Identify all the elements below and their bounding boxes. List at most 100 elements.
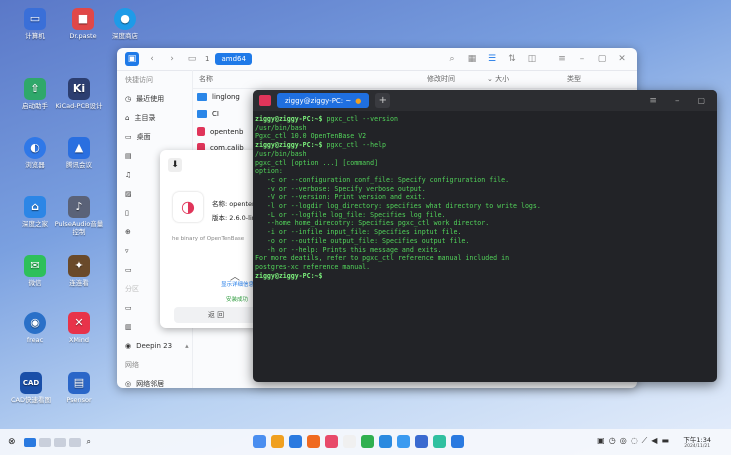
package-icon bbox=[197, 127, 205, 136]
terminal-output[interactable]: ziggy@ziggy-PC:~$ pgxc_ctl --version/usr… bbox=[255, 115, 713, 378]
taskbar: ⊗ ⌕ ▣ ◷ ◎ ◌ ⟋ ◀ ▬ 下午1:34 2024/11/21 bbox=[0, 429, 731, 455]
grid-view-icon[interactable]: ▦ bbox=[465, 52, 479, 66]
search-icon[interactable]: ⌕ bbox=[87, 437, 91, 447]
dock-app-icon[interactable] bbox=[378, 435, 392, 448]
dock-app-icon[interactable] bbox=[396, 435, 410, 448]
workspace-1[interactable] bbox=[23, 437, 36, 447]
column-size[interactable]: ⌄ 大小 bbox=[487, 74, 509, 84]
back-arrow-icon[interactable]: ‹ bbox=[145, 52, 159, 66]
terminal-line: /usr/bin/bash bbox=[255, 124, 713, 133]
minimize-icon[interactable]: – bbox=[575, 52, 589, 66]
column-type[interactable]: 类型 bbox=[567, 74, 581, 84]
dock-app-icon[interactable] bbox=[450, 435, 464, 448]
details-icon[interactable]: ◫ bbox=[525, 52, 539, 66]
desktop-icon-label: 腾讯会议 bbox=[66, 161, 92, 169]
menu-icon[interactable]: ≡ bbox=[649, 96, 657, 106]
dock-app-icon[interactable] bbox=[288, 435, 302, 448]
sidebar-item-home[interactable]: ⌂ 主目录 bbox=[117, 108, 192, 127]
dock-app-icon[interactable] bbox=[342, 435, 356, 448]
terminal-text: /usr/bin/bash bbox=[255, 123, 307, 132]
desktop-icon-xmind[interactable]: ✕ XMind bbox=[52, 312, 106, 344]
breadcrumb-amd64[interactable]: amd64 bbox=[215, 53, 252, 65]
desktop-icon-cad-viewer[interactable]: CAD CAD快速看图 bbox=[4, 372, 58, 404]
power-icon[interactable]: ◷ bbox=[609, 436, 616, 446]
desktop-icon-kicad[interactable]: Ki KiCad-PCB设计 bbox=[52, 78, 106, 110]
desktop-icon-tencent-meeting[interactable]: ▲ 腾讯会议 bbox=[52, 137, 106, 169]
workspace-4[interactable] bbox=[68, 437, 81, 447]
terminal-tab[interactable]: ziggy@ziggy-PC: ~ ● bbox=[277, 93, 370, 108]
close-icon[interactable]: ✕ bbox=[615, 52, 629, 66]
sidebar-item-deepin23[interactable]: ◉ Deepin 23 ▴ bbox=[117, 336, 192, 355]
app-menu-icon[interactable]: ▣ bbox=[125, 52, 139, 66]
terminal-line: -c or --configuration conf_file: Specify… bbox=[255, 176, 713, 185]
dock-app-icon[interactable] bbox=[324, 435, 338, 448]
dock-app-icon[interactable] bbox=[414, 435, 428, 448]
clock[interactable]: 下午1:34 2024/11/21 bbox=[683, 434, 711, 449]
terminal-line: --home home_direcotry: Specifies pgxc_ct… bbox=[255, 219, 713, 228]
column-modified[interactable]: 修改时间 bbox=[427, 74, 455, 84]
update-icon[interactable]: ◎ bbox=[620, 436, 627, 446]
drive-icon[interactable]: ▭ bbox=[185, 52, 199, 66]
terminal-text: -L or --logfile log_file: Specifies log … bbox=[255, 210, 446, 219]
clock-icon: ◷ bbox=[125, 94, 132, 103]
maximize-icon[interactable]: ▢ bbox=[697, 96, 705, 105]
system-tray: ▣ ◷ ◎ ◌ ⟋ ◀ ▬ bbox=[595, 436, 671, 446]
terminal-text: --home home_direcotry: Specifies pgxc_ct… bbox=[255, 219, 490, 228]
file-row[interactable]: opentenb bbox=[197, 127, 243, 136]
forward-arrow-icon[interactable]: › bbox=[165, 52, 179, 66]
search-icon[interactable]: ⌕ bbox=[445, 52, 459, 66]
deepin-home-icon: ⌂ bbox=[24, 196, 46, 218]
dock-app-icon[interactable] bbox=[360, 435, 374, 448]
wechat-icon: ✉ bbox=[24, 255, 46, 277]
desktop-icon-app-store[interactable]: ● 深度商店 bbox=[98, 8, 152, 40]
launcher-icon[interactable]: ⊗ bbox=[8, 437, 16, 447]
dock-app-icon[interactable] bbox=[306, 435, 320, 448]
column-name[interactable]: 名称 bbox=[199, 74, 213, 84]
sidebar-item-recent[interactable]: ◷ 最近使用 bbox=[117, 89, 192, 108]
terminal-line: -V or --version: Print version and exit. bbox=[255, 193, 713, 202]
terminal-app-icon[interactable] bbox=[259, 95, 271, 106]
psensor-icon: ▤ bbox=[68, 372, 90, 394]
breadcrumb-number[interactable]: 1 bbox=[205, 55, 209, 63]
dock-app-icon[interactable] bbox=[270, 435, 284, 448]
maximize-icon[interactable]: ▢ bbox=[595, 52, 609, 66]
file-row[interactable]: linglong bbox=[197, 93, 240, 101]
terminal-text: -c or --configuration conf_file: Specify… bbox=[255, 175, 510, 184]
dock-app-icon[interactable] bbox=[252, 435, 266, 448]
file-row[interactable]: CI bbox=[197, 110, 219, 118]
dock-apps bbox=[250, 435, 466, 448]
desktop-icon-pulseaudio[interactable]: ♪ PulseAudio音量控制 bbox=[52, 196, 106, 236]
desktop-icon-computer[interactable]: ▭ 计算机 bbox=[8, 8, 62, 40]
volume-icon[interactable]: ◀ bbox=[651, 436, 657, 446]
show-details-link[interactable]: 显示详细信息 bbox=[221, 280, 254, 288]
terminal-text: -h or --help: Prints this message and ex… bbox=[255, 245, 442, 254]
freac-icon: ◉ bbox=[24, 312, 46, 334]
disk-icon: ◉ bbox=[125, 341, 132, 350]
network-icon[interactable]: ⟋ bbox=[642, 436, 648, 446]
desktop-icon-label: XMind bbox=[68, 336, 90, 344]
new-tab-button[interactable]: + bbox=[375, 93, 391, 108]
list-view-icon[interactable]: ☰ bbox=[485, 52, 499, 66]
display-icon[interactable]: ▬ bbox=[661, 436, 669, 446]
desktop-icon-psensor[interactable]: ▤ Psensor bbox=[52, 372, 106, 404]
terminal-titlebar: ziggy@ziggy-PC: ~ ● + ≡ – ▢ bbox=[253, 90, 717, 111]
desktop-icon-lianliankan[interactable]: ✦ 连连看 bbox=[52, 255, 106, 287]
notification-icon[interactable]: ◌ bbox=[631, 436, 638, 446]
dock-app-icon[interactable] bbox=[432, 435, 446, 448]
sidebar-item-network-neighbors[interactable]: ◎ 网络邻居 bbox=[117, 374, 192, 388]
screenshot-icon[interactable]: ▣ bbox=[597, 436, 605, 446]
workspace-2[interactable] bbox=[38, 437, 51, 447]
workspace-3[interactable] bbox=[53, 437, 66, 447]
back-button[interactable]: 返 回 bbox=[174, 307, 258, 323]
terminal-text: pgxc_ctl [option ...] [command] bbox=[255, 158, 379, 167]
xmind-icon: ✕ bbox=[68, 312, 90, 334]
sidebar-item-desktop[interactable]: ▭ 桌面 bbox=[117, 127, 192, 146]
menu-icon[interactable]: ≡ bbox=[555, 52, 569, 66]
sidebar-item-network-header: 网络 bbox=[117, 355, 192, 374]
terminal-text: -o or --outfile output_file: Specifies o… bbox=[255, 236, 470, 245]
minimize-icon[interactable]: – bbox=[675, 96, 680, 106]
eject-icon[interactable]: ▴ bbox=[185, 342, 189, 350]
sidebar-label: 网络 bbox=[125, 360, 139, 369]
file-name: opentenb bbox=[210, 127, 244, 136]
sort-icon[interactable]: ⇅ bbox=[505, 52, 519, 66]
